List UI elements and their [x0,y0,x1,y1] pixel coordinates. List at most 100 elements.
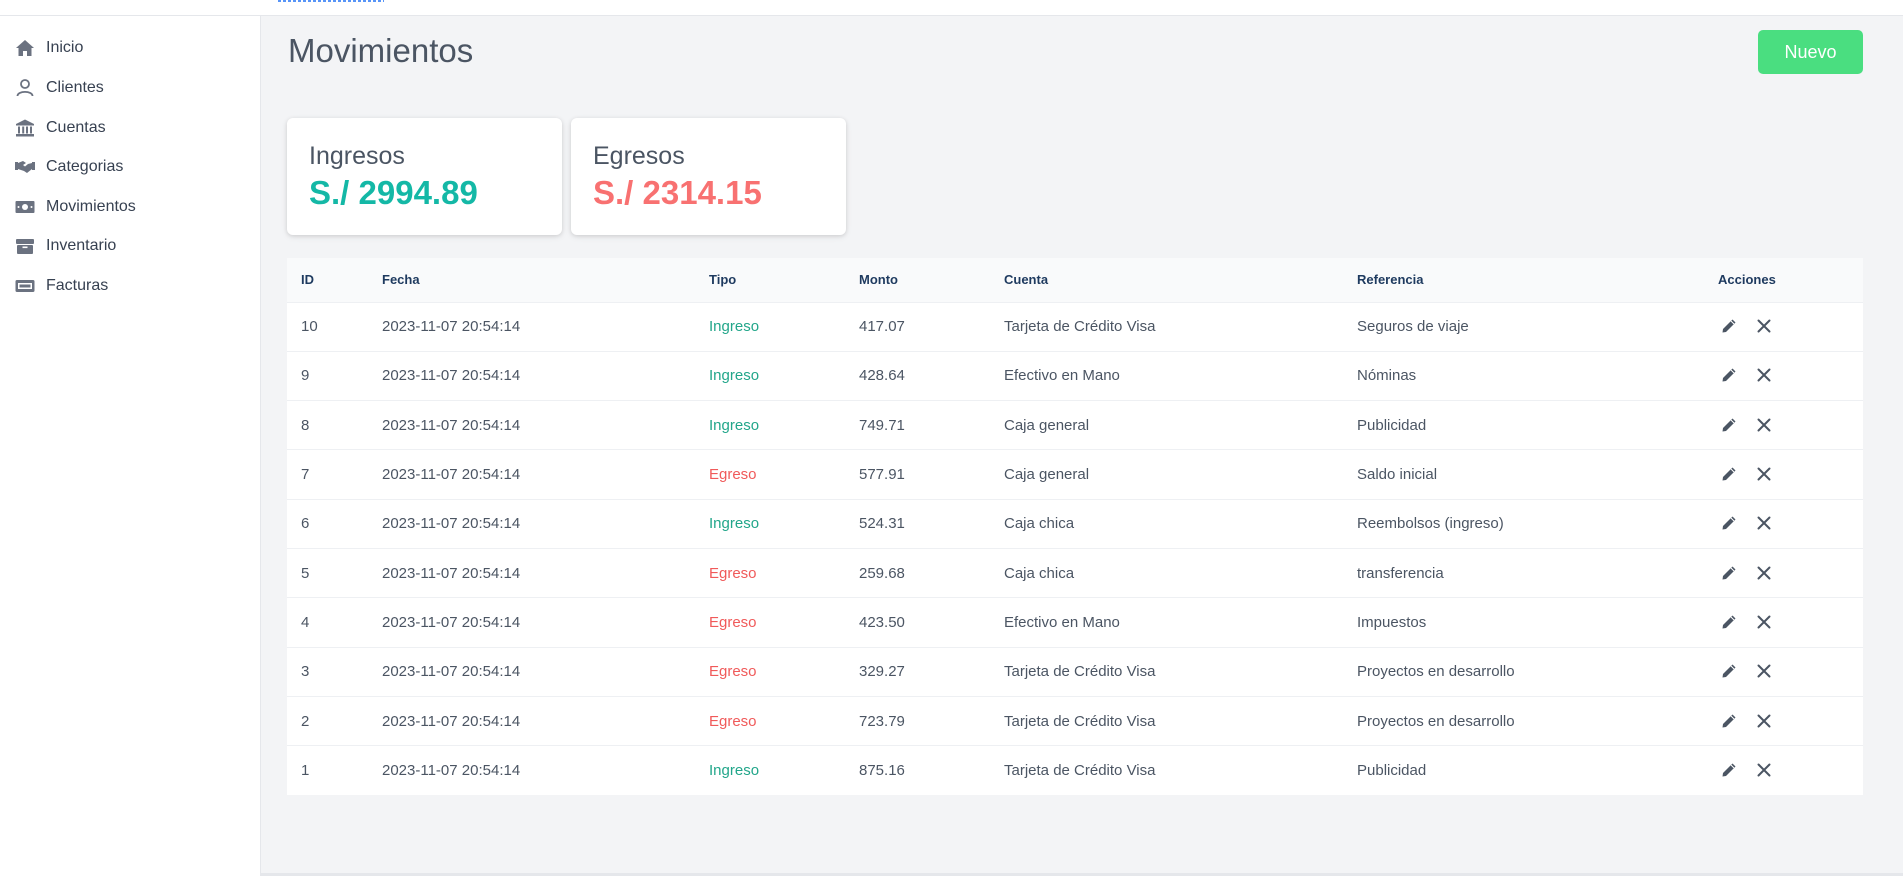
cell-id: 2 [301,712,310,730]
cell-fecha: 2023-11-07 20:54:14 [382,564,521,582]
cell-tipo: Ingreso [709,318,760,336]
column-header-monto[interactable]: Monto [845,258,990,302]
user-icon [14,78,36,98]
cell-tipo: Egreso [709,564,757,582]
income-card: Ingresos S./ 2994.89 [287,118,562,235]
cell-referencia: Publicidad [1357,416,1427,434]
close-icon[interactable] [1753,660,1775,682]
income-value: S./ 2994.89 [309,174,478,211]
cell-monto: 329.27 [859,663,905,681]
cell-fecha: 2023-11-07 20:54:14 [382,318,521,336]
close-icon[interactable] [1753,315,1775,337]
new-button[interactable]: Nuevo [1758,30,1863,74]
logo [278,0,384,2]
edit-icon[interactable] [1718,710,1740,732]
home-icon [14,38,36,58]
table-row: 3 2023-11-07 20:54:14 Egreso 329.27 Tarjeta … [287,647,1863,696]
cell-actions [1704,647,1863,696]
cell-fecha: 2023-11-07 20:54:14 [382,613,521,631]
cell-tipo: Ingreso [709,515,760,533]
close-icon[interactable] [1753,414,1775,436]
table-row: 6 2023-11-07 20:54:14 Ingreso 524.31 Caja ch… [287,499,1863,548]
table-row: 9 2023-11-07 20:54:14 Ingreso 428.64 Efectiv… [287,351,1863,400]
close-icon[interactable] [1753,463,1775,485]
cell-id: 5 [301,564,310,582]
edit-icon[interactable] [1718,315,1740,337]
sidebar-item-label: Inicio [46,39,84,56]
column-header-fecha[interactable]: Fecha [368,258,695,302]
close-icon[interactable] [1753,710,1775,732]
column-header-id[interactable]: ID [287,258,368,302]
edit-icon[interactable] [1718,611,1740,633]
cell-cuenta: Caja general [1004,416,1090,434]
cell-referencia: Proyectos en desarrollo [1357,663,1515,681]
cell-fecha: 2023-11-07 20:54:14 [382,712,521,730]
cell-id: 8 [301,416,310,434]
cell-id: 7 [301,466,310,484]
cell-fecha: 2023-11-07 20:54:14 [382,762,521,780]
table-row: 5 2023-11-07 20:54:14 Egreso 259.68 Caja chi… [287,548,1863,597]
cell-id: 4 [301,613,310,631]
cell-referencia: Publicidad [1357,762,1427,780]
cell-referencia: Reembolsos (ingreso) [1357,515,1504,533]
edit-icon[interactable] [1718,562,1740,584]
sidebar-item-facturas[interactable]: Facturas [14,272,108,300]
cell-monto: 723.79 [859,712,905,730]
sidebar-item-inventario[interactable]: Inventario [14,232,116,260]
edit-icon[interactable] [1718,759,1740,781]
column-header-tipo[interactable]: Tipo [695,258,845,302]
cell-id: 3 [301,663,310,681]
receipt-icon [14,276,36,296]
cell-tipo: Egreso [709,613,757,631]
cell-tipo: Ingreso [709,416,760,434]
close-icon[interactable] [1753,512,1775,534]
column-header-cuenta[interactable]: Cuenta [990,258,1343,302]
movements-table: ID Fecha Tipo Monto Cuenta Referencia Ac… [287,258,1863,795]
edit-icon[interactable] [1718,414,1740,436]
cell-cuenta: Tarjeta de Crédito Visa [1004,318,1156,336]
close-icon[interactable] [1753,364,1775,386]
cell-actions [1704,351,1863,400]
sidebar-item-cuentas[interactable]: Cuentas [14,114,106,142]
close-icon[interactable] [1753,611,1775,633]
cell-actions [1704,450,1863,499]
table-row: 8 2023-11-07 20:54:14 Ingreso 749.71 Caja ge… [287,400,1863,450]
cell-monto: 417.07 [859,318,905,336]
sidebar-item-inicio[interactable]: Inicio [14,34,83,62]
sidebar-item-label: Movimientos [46,198,136,215]
cell-cuenta: Caja chica [1004,515,1075,533]
cell-cuenta: Efectivo en Mano [1004,613,1120,631]
sidebar-item-movimientos[interactable]: Movimientos [14,193,136,221]
cell-monto: 423.50 [859,613,905,631]
sidebar-item-clientes[interactable]: Clientes [14,74,104,102]
sidebar-item-label: Categorias [46,158,124,175]
cell-referencia: Nóminas [1357,367,1417,385]
close-icon[interactable] [1753,562,1775,584]
handshake-icon [14,157,36,177]
cell-fecha: 2023-11-07 20:54:14 [382,663,521,681]
cell-actions [1704,499,1863,548]
cell-monto: 259.68 [859,564,905,582]
edit-icon[interactable] [1718,364,1740,386]
sidebar-item-label: Clientes [46,79,104,96]
expense-value: S./ 2314.15 [593,174,762,211]
cell-cuenta: Efectivo en Mano [1004,367,1120,385]
edit-icon[interactable] [1718,660,1740,682]
column-header-referencia[interactable]: Referencia [1343,258,1704,302]
cell-id: 1 [301,762,310,780]
close-icon[interactable] [1753,759,1775,781]
cell-monto: 577.91 [859,466,905,484]
sidebar-item-categorias[interactable]: Categorias [14,153,123,181]
cell-actions [1704,696,1863,745]
cell-tipo: Egreso [709,466,757,484]
table-header-row: ID Fecha Tipo Monto Cuenta Referencia Ac… [287,258,1863,302]
edit-icon[interactable] [1718,463,1740,485]
cell-tipo: Ingreso [709,367,760,385]
cell-tipo: Egreso [709,663,757,681]
sidebar-item-label: Inventario [46,237,117,254]
cell-actions [1704,302,1863,351]
cell-referencia: Seguros de viaje [1357,318,1469,336]
edit-icon[interactable] [1718,512,1740,534]
table-row: 1 2023-11-07 20:54:14 Ingreso 875.16 Tarjeta… [287,745,1863,795]
sidebar: Inicio Clientes Cuentas Categorias Movim… [0,16,260,876]
